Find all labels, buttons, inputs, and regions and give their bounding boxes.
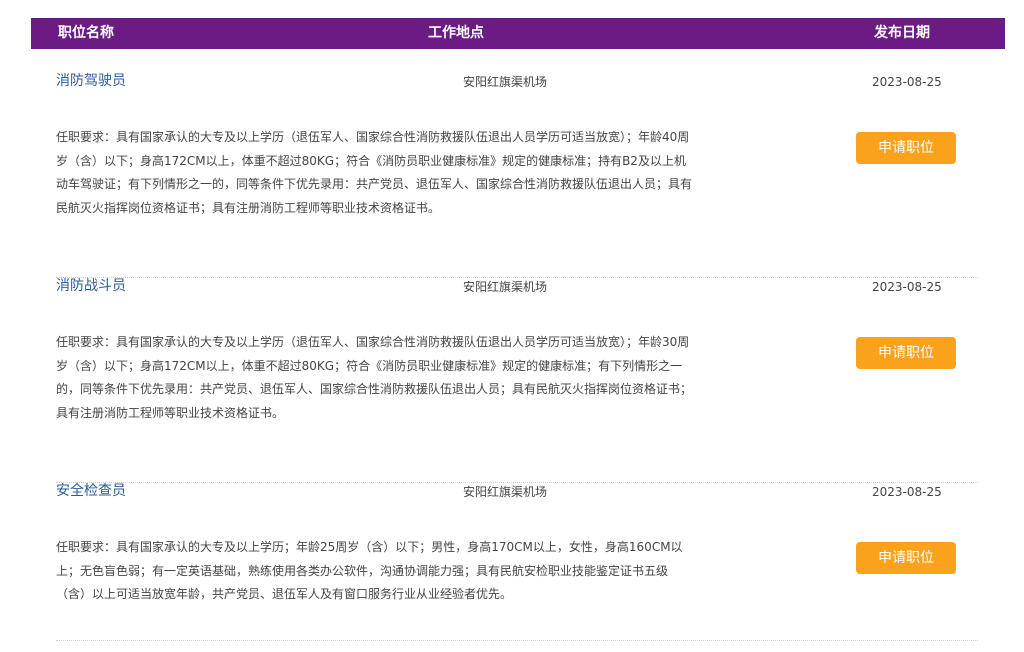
- job-row: 安全检查员 安阳红旗渠机场 2023-08-25 任职要求：具有国家承认的大专及…: [56, 482, 978, 641]
- apply-button[interactable]: 申请职位: [856, 132, 956, 164]
- apply-button[interactable]: 申请职位: [856, 337, 956, 369]
- job-location: 安阳红旗渠机场: [462, 485, 548, 499]
- job-requirements: 任职要求：具有国家承认的大专及以上学历；年龄25周岁（含）以下；男性，身高170…: [56, 540, 683, 601]
- job-date: 2023-08-25: [872, 485, 942, 499]
- job-location: 安阳红旗渠机场: [462, 280, 548, 294]
- column-header-location: 工作地点: [428, 25, 484, 41]
- job-title-link[interactable]: 消防驾驶员: [56, 72, 126, 90]
- column-header-date: 发布日期: [874, 25, 930, 41]
- job-row: 消防驾驶员 安阳红旗渠机场 2023-08-25 任职要求：具有国家承认的大专及…: [56, 72, 978, 278]
- job-date: 2023-08-25: [872, 280, 942, 294]
- job-requirements: 任职要求：具有国家承认的大专及以上学历（退伍军人、国家综合性消防救援队伍退出人员…: [56, 130, 693, 215]
- job-location: 安阳红旗渠机场: [462, 75, 548, 89]
- job-table-header: 职位名称 工作地点 发布日期: [31, 18, 1005, 49]
- job-title-link[interactable]: 消防战斗员: [56, 277, 126, 295]
- job-title-link[interactable]: 安全检查员: [56, 482, 126, 500]
- job-date: 2023-08-25: [872, 75, 942, 89]
- job-requirements: 任职要求：具有国家承认的大专及以上学历（退伍军人、国家综合性消防救援队伍退出人员…: [56, 335, 693, 420]
- apply-button[interactable]: 申请职位: [856, 542, 956, 574]
- job-row: 消防战斗员 安阳红旗渠机场 2023-08-25 任职要求：具有国家承认的大专及…: [56, 277, 978, 483]
- column-header-title: 职位名称: [58, 25, 114, 41]
